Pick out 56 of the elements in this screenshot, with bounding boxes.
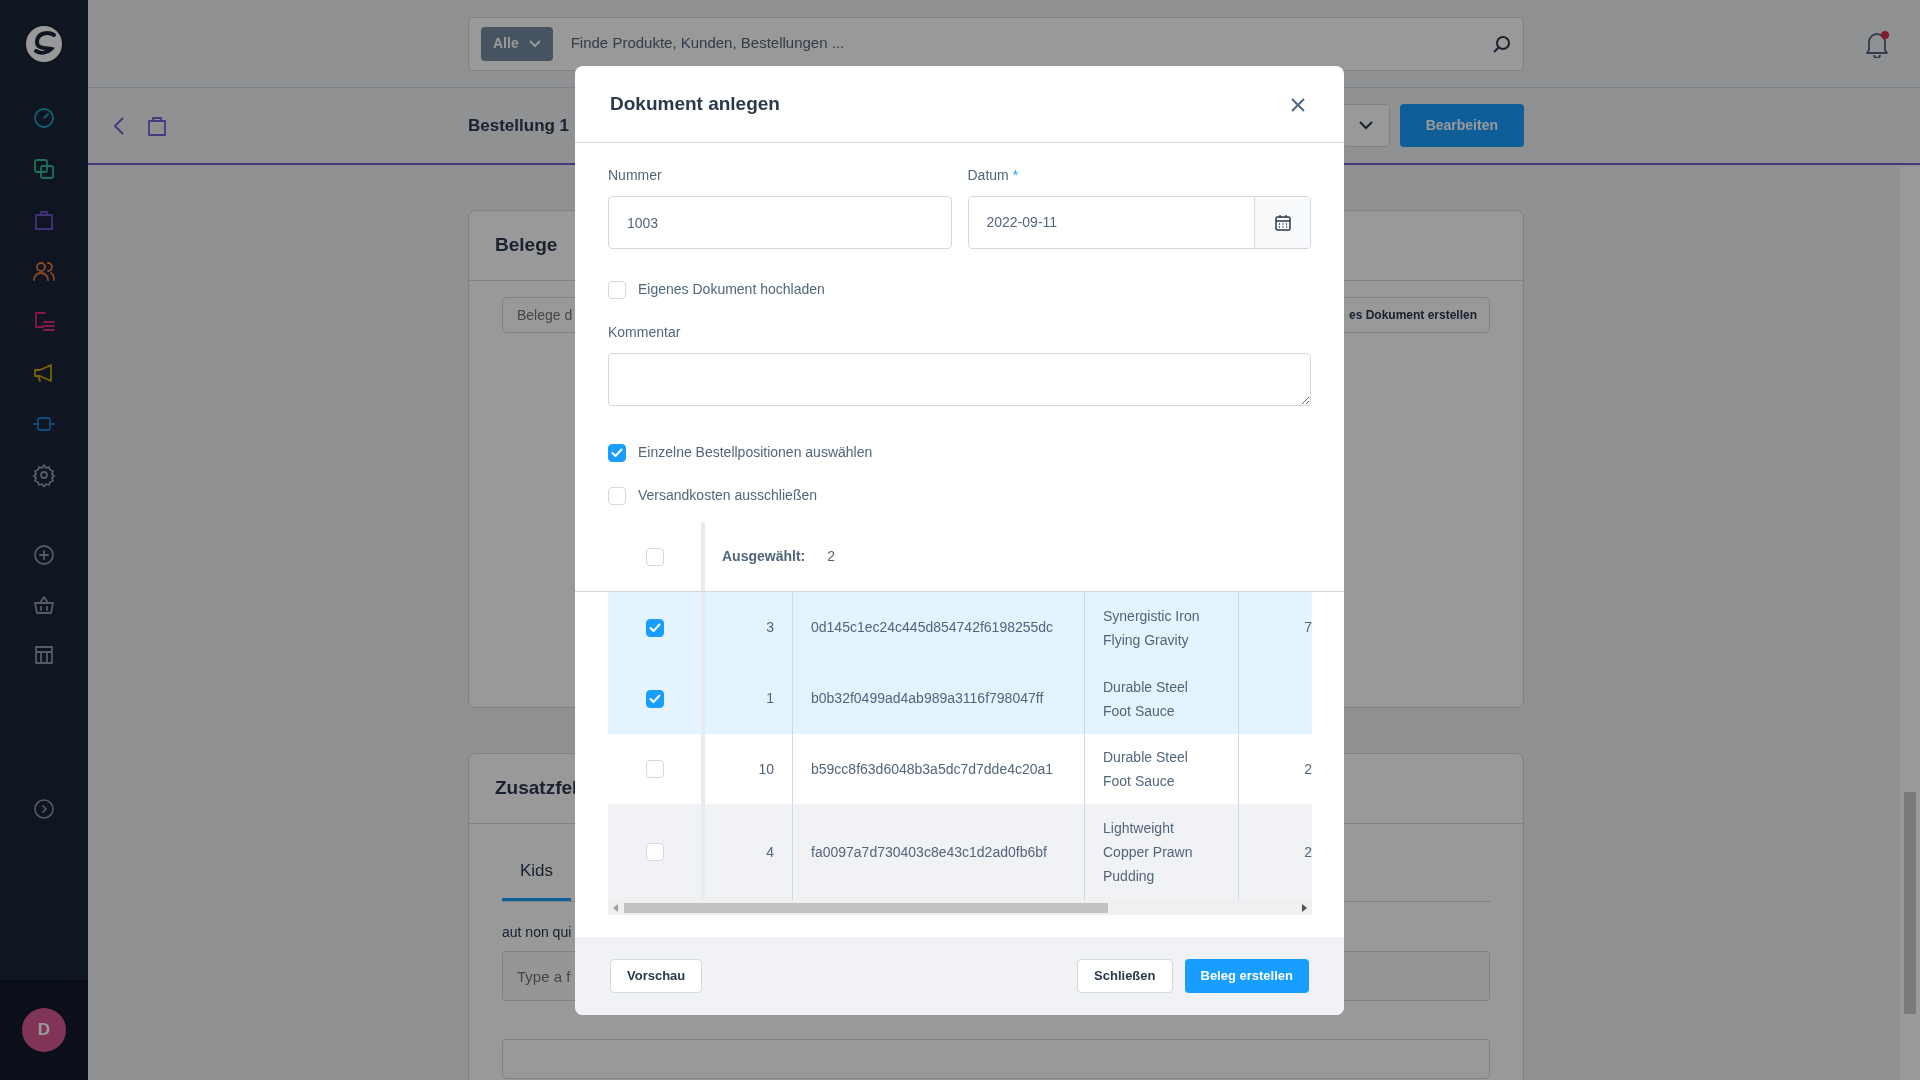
field-label: Kommentar xyxy=(608,323,682,342)
settings-icon[interactable] xyxy=(32,463,56,487)
checkbox[interactable] xyxy=(608,443,626,462)
table-cell: Durable Steel Foot Sauce xyxy=(1085,663,1239,734)
checkbox[interactable] xyxy=(645,689,664,708)
field-label: Nummer xyxy=(608,166,663,185)
user-avatar[interactable]: D xyxy=(22,1008,66,1052)
selected-count: 2 xyxy=(827,547,836,566)
check-icon xyxy=(648,622,661,633)
selected-label: Ausgewählt: xyxy=(722,547,806,566)
preview-button[interactable]: Vorschau xyxy=(610,959,703,993)
field-label: Datum * xyxy=(967,166,1020,185)
comment-field[interactable] xyxy=(608,353,1311,406)
close-icon xyxy=(1291,97,1305,112)
date-field[interactable]: 2022-09-11 xyxy=(967,196,1311,249)
store-icon[interactable] xyxy=(32,643,56,667)
back-icon[interactable] xyxy=(112,115,126,136)
table-cell-text: 2 xyxy=(1304,842,1312,862)
search-icon[interactable] xyxy=(1493,34,1511,53)
scroll-right-icon[interactable] xyxy=(1302,904,1308,912)
close-button[interactable]: Schließen xyxy=(1077,959,1173,993)
horizontal-scrollbar[interactable] xyxy=(608,900,1312,915)
logo-icon[interactable] xyxy=(25,25,63,63)
dialog-title: Dokument anlegen xyxy=(610,91,780,116)
calendar-icon xyxy=(1273,213,1292,232)
bag-icon[interactable] xyxy=(32,208,56,232)
expand-icon[interactable] xyxy=(33,797,55,820)
table-cell-text: 2 xyxy=(1304,759,1312,779)
bag-icon[interactable] xyxy=(146,114,168,137)
dashboard-icon[interactable] xyxy=(32,106,56,130)
page-scrollbar[interactable] xyxy=(1900,167,1920,1080)
check-icon xyxy=(611,447,623,458)
checkbox-label: Eigenes Dokument hochladen xyxy=(638,280,825,299)
table-cell: b0b32f0499ad4ab989a3116f798047ff xyxy=(793,663,1085,734)
scroll-left-icon[interactable] xyxy=(612,904,618,912)
dropdown-button[interactable] xyxy=(1341,104,1390,147)
page-title: Bestellung 1 xyxy=(468,114,570,137)
number-field[interactable]: 1003 xyxy=(608,196,952,249)
check-icon xyxy=(648,693,661,704)
table-cell-text: 7 xyxy=(1304,618,1312,637)
bell-icon[interactable] xyxy=(1864,29,1890,58)
checkbox-label: Einzelne Bestellpositionen auswählen xyxy=(638,443,873,462)
table-cell: 1 xyxy=(705,663,793,734)
caret-icon xyxy=(1358,121,1373,130)
basket-icon[interactable] xyxy=(32,593,56,617)
input-field[interactable] xyxy=(502,1039,1490,1079)
calendar-button[interactable] xyxy=(1254,197,1310,248)
checkbox-label: Versandkosten ausschließen xyxy=(638,486,817,505)
plus-circle-icon[interactable] xyxy=(32,543,56,567)
users-icon[interactable] xyxy=(32,259,56,283)
tab[interactable]: Kids xyxy=(502,844,572,901)
list-icon[interactable] xyxy=(32,310,56,334)
caret-icon xyxy=(528,39,541,48)
copy-icon[interactable] xyxy=(32,157,56,181)
field-label: aut non qui xyxy=(502,923,573,942)
checkbox[interactable] xyxy=(645,618,664,637)
